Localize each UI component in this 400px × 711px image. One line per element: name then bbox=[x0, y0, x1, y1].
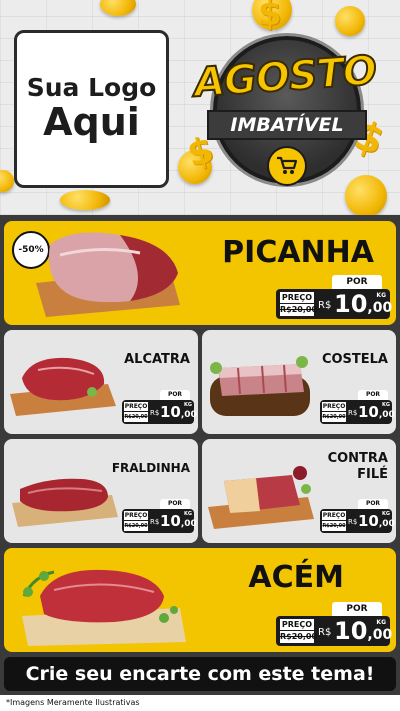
logo-line-2: Aqui bbox=[43, 99, 140, 144]
footer-disclaimer: *Imagens Meramente Ilustrativas bbox=[0, 695, 400, 711]
price-decimal: ,00 bbox=[180, 410, 197, 420]
por-label: POR bbox=[160, 499, 190, 509]
price-tag: POR PREÇO R$20,00 R$ 10,00 KG bbox=[122, 499, 197, 533]
product-name: FRALDINHA bbox=[111, 461, 190, 475]
logo-line-1: Sua Logo bbox=[26, 73, 157, 103]
coin-decoration bbox=[60, 190, 110, 210]
price-box: PREÇO R$20,00 R$ 10,00 KG bbox=[276, 616, 393, 646]
currency-label: R$ bbox=[318, 300, 332, 311]
price-box: PREÇO R$20,00 R$ 10,00 KG bbox=[320, 509, 395, 533]
coin-decoration bbox=[0, 170, 14, 192]
product-card-alcatra[interactable]: ALCATRA POR PREÇO R$20,00 R$ 10,00 KG bbox=[4, 330, 198, 434]
preco-label: PREÇO bbox=[280, 619, 314, 630]
fraldinha-image bbox=[12, 478, 118, 527]
contra-file-image bbox=[208, 466, 314, 529]
unit-label: KG bbox=[376, 619, 386, 626]
por-label: POR bbox=[332, 602, 382, 616]
price-tag: POR PREÇO R$20,00 R$ 10,00 KG bbox=[276, 602, 393, 646]
price-decimal: ,00 bbox=[367, 627, 393, 643]
price-integer: 10 bbox=[160, 403, 181, 421]
product-name: ALCATRA bbox=[124, 352, 190, 367]
product-card-contra-file[interactable]: CONTRA FILÉ POR PREÇO R$20,00 R$ 10,00 K… bbox=[202, 439, 396, 543]
old-price: R$20,00 bbox=[280, 631, 318, 643]
price-integer: 10 bbox=[358, 403, 379, 421]
product-name: ACÉM bbox=[248, 560, 344, 595]
price-integer: 10 bbox=[160, 512, 181, 530]
old-price: R$20,00 bbox=[280, 304, 318, 316]
currency-label: R$ bbox=[150, 409, 160, 417]
product-name: PICANHA bbox=[222, 235, 374, 270]
old-price: R$20,00 bbox=[322, 412, 346, 422]
product-name-line-2: FILÉ bbox=[357, 467, 388, 482]
product-name: COSTELA bbox=[321, 352, 388, 367]
price-tag: POR PREÇO R$20,00 R$ 10,00 KG bbox=[320, 390, 395, 424]
currency-label: R$ bbox=[150, 518, 160, 526]
product-card-acem[interactable]: ACÉM POR PREÇO R$20,00 R$ 10,00 KG bbox=[4, 548, 396, 652]
logo-placeholder[interactable]: Sua Logo Aqui bbox=[14, 30, 169, 188]
costela-image bbox=[210, 356, 310, 416]
price-tag: POR PREÇO R$20,00 R$ 10,00 KG bbox=[320, 499, 395, 533]
unit-label: KG bbox=[382, 511, 390, 517]
shopping-cart-icon bbox=[267, 146, 307, 186]
price-integer: 10 bbox=[358, 512, 379, 530]
old-price: R$20,00 bbox=[322, 521, 346, 531]
preco-label: PREÇO bbox=[124, 402, 148, 411]
product-area: -50% PICANHA POR PREÇO R$20,00 R$ 10,00 … bbox=[0, 215, 400, 711]
currency-label: R$ bbox=[348, 409, 358, 417]
price-box: PREÇO R$20,00 R$ 10,00 KG bbox=[122, 509, 197, 533]
acem-image bbox=[22, 569, 186, 646]
price-box: PREÇO R$20,00 R$ 10,00 KG bbox=[320, 400, 395, 424]
price-box: PREÇO R$20,00 R$ 10,00 KG bbox=[122, 400, 197, 424]
unit-label: KG bbox=[184, 402, 192, 408]
product-card-fraldinha[interactable]: FRALDINHA POR PREÇO R$20,00 R$ 10,00 KG bbox=[4, 439, 198, 543]
coin-decoration bbox=[100, 0, 136, 16]
preco-label: PREÇO bbox=[322, 511, 346, 520]
currency-label: R$ bbox=[318, 627, 332, 638]
old-price: R$20,00 bbox=[124, 412, 148, 422]
price-decimal: ,00 bbox=[367, 300, 393, 316]
picanha-image bbox=[36, 232, 180, 317]
product-card-picanha[interactable]: -50% PICANHA POR PREÇO R$20,00 R$ 10,00 … bbox=[4, 221, 396, 325]
header: $ $ $ Sua Logo Aqui AGOSTO IMBATÍVEL bbox=[0, 0, 400, 215]
product-name: CONTRA FILÉ bbox=[328, 451, 388, 483]
old-price: R$20,00 bbox=[124, 521, 148, 531]
price-integer: 10 bbox=[334, 617, 368, 645]
price-tag: POR PREÇO R$20,00 R$ 10,00 KG bbox=[276, 275, 393, 319]
por-label: POR bbox=[358, 499, 388, 509]
price-tag: POR PREÇO R$20,00 R$ 10,00 KG bbox=[122, 390, 197, 424]
product-card-costela[interactable]: COSTELA POR PREÇO R$20,00 R$ 10,00 KG bbox=[202, 330, 396, 434]
alcatra-image bbox=[10, 357, 116, 416]
price-decimal: ,00 bbox=[180, 519, 197, 529]
price-integer: 10 bbox=[334, 290, 368, 318]
preco-label: PREÇO bbox=[124, 511, 148, 520]
badge-subtitle: IMBATÍVEL bbox=[207, 110, 367, 140]
price-decimal: ,00 bbox=[378, 519, 395, 529]
price-box: PREÇO R$20,00 R$ 10,00 KG bbox=[276, 289, 393, 319]
unit-label: KG bbox=[376, 292, 386, 299]
promo-badge: AGOSTO IMBATÍVEL bbox=[185, 22, 385, 202]
price-decimal: ,00 bbox=[378, 410, 395, 420]
por-label: POR bbox=[332, 275, 382, 289]
por-label: POR bbox=[160, 390, 190, 400]
unit-label: KG bbox=[184, 511, 192, 517]
preco-label: PREÇO bbox=[322, 402, 346, 411]
product-name-line-1: CONTRA bbox=[327, 451, 388, 466]
preco-label: PREÇO bbox=[280, 292, 314, 303]
por-label: POR bbox=[358, 390, 388, 400]
unit-label: KG bbox=[382, 402, 390, 408]
currency-label: R$ bbox=[348, 518, 358, 526]
cta-banner[interactable]: Crie seu encarte com este tema! bbox=[4, 657, 396, 691]
